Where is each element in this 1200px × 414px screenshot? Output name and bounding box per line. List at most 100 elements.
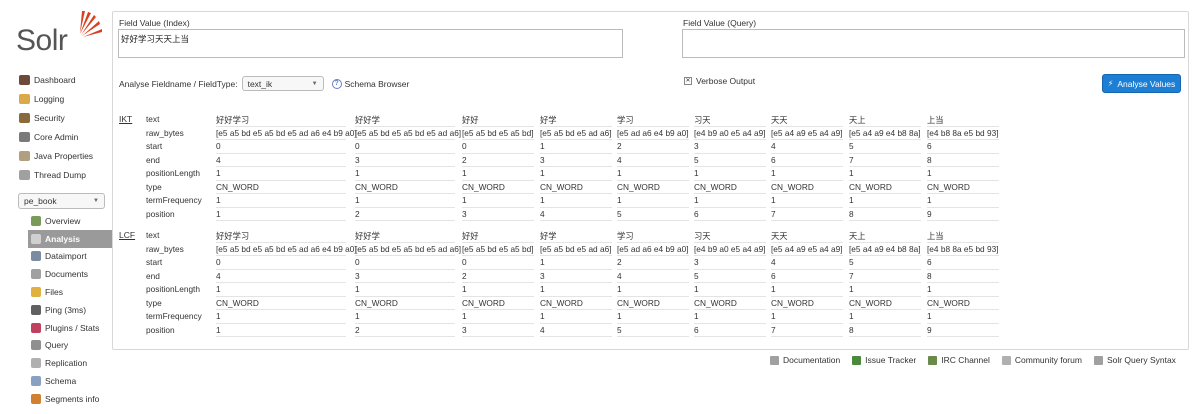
footer-link-documentation[interactable]: Documentation xyxy=(770,355,840,365)
analyse-values-button[interactable]: ⚡ Analyse Values xyxy=(1102,74,1181,93)
token-cell: 8 xyxy=(927,271,999,283)
core-nav-item-segments-info[interactable]: Segments info xyxy=(28,390,112,408)
token-cell: 学习 xyxy=(617,114,689,127)
core-selector[interactable]: pe_book ▼ xyxy=(18,193,105,209)
token-cell: 0 xyxy=(355,141,455,154)
core-nav-item-plugins-stats[interactable]: Plugins / Stats xyxy=(28,319,112,337)
nav-item-thread-dump[interactable]: Thread Dump xyxy=(19,165,111,184)
core-nav-item-schema[interactable]: Schema xyxy=(28,372,112,390)
footer-link-solr-query-syntax[interactable]: Solr Query Syntax xyxy=(1093,355,1176,365)
token-cell: 2 xyxy=(355,325,455,337)
field-index-input[interactable]: 好好学习天天上当 xyxy=(118,29,623,58)
core-nav-item-overview[interactable]: Overview xyxy=(28,212,112,230)
token-cell: 0 xyxy=(355,257,455,270)
token-cell: [e5 a5 bd e5 a5 bd e5 ad a6 e4 b9 a0] xyxy=(216,128,357,140)
fieldtype-select[interactable]: text_ik ▼ xyxy=(241,76,324,91)
token-cell: [e5 a4 a9 e5 a4 a9] xyxy=(771,128,843,140)
token-cell: 6 xyxy=(927,141,999,154)
token-row-positionlength: positionLength 1 1 1 1 1 1 1 1 1 xyxy=(119,284,1179,298)
core-nav-item-dataimport[interactable]: Dataimport xyxy=(28,248,112,266)
query-icon xyxy=(31,340,41,351)
token-cell: 1 xyxy=(617,284,689,297)
row-label: positionLength xyxy=(146,168,200,178)
nav-item-security[interactable]: Security xyxy=(19,108,111,127)
token-cell: 好学 xyxy=(540,114,612,127)
field-index-label: Field Value (Index) xyxy=(119,18,190,28)
token-cell: 9 xyxy=(927,325,999,337)
token-cell: 5 xyxy=(694,271,766,283)
token-cell: 1 xyxy=(355,311,455,324)
analysis-icon xyxy=(31,233,41,244)
core-nav-item-query[interactable]: Query xyxy=(28,337,112,355)
nav-item-java-properties[interactable]: Java Properties xyxy=(19,146,111,165)
token-cell: 1 xyxy=(771,168,843,181)
core-nav-item-files[interactable]: Files xyxy=(28,283,112,301)
token-cell: CN_WORD xyxy=(216,298,346,310)
token-cell: 5 xyxy=(849,257,921,270)
token-cell: 天上 xyxy=(849,230,921,243)
token-cell: 1 xyxy=(927,311,999,324)
token-cell: 1 xyxy=(771,195,843,208)
row-label: text xyxy=(146,114,160,124)
main-nav: Dashboard Logging Security Core Admin Java P… xyxy=(19,70,111,184)
token-row-raw_bytes: raw_bytes [e5 a5 bd e5 a5 bd e5 ad a6 e4 … xyxy=(119,244,1179,258)
footer-link-irc-channel[interactable]: IRC Channel xyxy=(928,355,990,365)
footer-link-label: Community forum xyxy=(1014,355,1082,365)
core-nav-item-label: Replication xyxy=(45,358,88,369)
footer-link-label: IRC Channel xyxy=(941,355,990,365)
core-admin-icon xyxy=(19,131,30,142)
token-row-text: text 好好学习 好好学 好好 好学 学习 习天 天天 天上 上当 xyxy=(119,230,1179,244)
help-icon: ? xyxy=(331,78,342,89)
token-cell: 4 xyxy=(617,271,689,283)
solr-logo[interactable]: Solr xyxy=(14,8,104,58)
token-row-termfrequency: termFrequency 1 1 1 1 1 1 1 1 1 xyxy=(119,311,1179,325)
token-cell: [e4 b9 a0 e5 a4 a9] xyxy=(694,128,766,140)
footer-link-label: Solr Query Syntax xyxy=(1106,355,1176,365)
schema-browser-link[interactable]: ? Schema Browser xyxy=(331,78,409,89)
token-cell: 1 xyxy=(540,257,612,270)
token-cell: 4 xyxy=(216,155,346,167)
token-cell: 6 xyxy=(771,271,843,283)
token-cell: 0 xyxy=(216,141,346,154)
nav-item-label: Logging xyxy=(34,93,65,104)
token-cell: 1 xyxy=(462,284,534,297)
token-cell: 2 xyxy=(462,155,534,167)
field-query-input[interactable] xyxy=(682,29,1185,58)
analyse-button-label: Analyse Values xyxy=(1117,78,1176,89)
core-nav-item-replication[interactable]: Replication xyxy=(28,354,112,372)
verbose-output-toggle[interactable]: ✕ Verbose Output xyxy=(684,76,755,86)
footer-link-community-forum[interactable]: Community forum xyxy=(1001,355,1082,365)
token-cell: CN_WORD xyxy=(462,298,534,310)
footer-link-issue-tracker[interactable]: Issue Tracker xyxy=(852,355,916,365)
token-row-termfrequency: termFrequency 1 1 1 1 1 1 1 1 1 xyxy=(119,195,1179,209)
core-nav-item-ping-3ms[interactable]: Ping (3ms) xyxy=(28,301,112,319)
nav-item-label: Dashboard xyxy=(34,74,76,85)
nav-item-logging[interactable]: Logging xyxy=(19,89,111,108)
token-cell: 1 xyxy=(849,195,921,208)
token-cell: [e4 b8 8a e5 bd 93] xyxy=(927,128,999,140)
row-label: end xyxy=(146,154,160,165)
token-cell: 好好 xyxy=(462,114,534,127)
token-cell: 1 xyxy=(216,209,346,221)
token-cell: CN_WORD xyxy=(216,182,346,194)
token-cell: CN_WORD xyxy=(849,298,921,310)
token-cell: CN_WORD xyxy=(927,298,999,310)
token-cell: [e5 a5 bd e5 a5 bd] xyxy=(462,128,534,140)
verbose-checkbox[interactable]: ✕ xyxy=(684,77,692,85)
core-nav-item-documents[interactable]: Documents xyxy=(28,265,112,283)
token-cell: 4 xyxy=(771,257,843,270)
footer-link-label: Documentation xyxy=(783,355,841,365)
core-nav-item-analysis[interactable]: Analysis xyxy=(28,229,112,248)
token-cell: 1 xyxy=(617,195,689,208)
token-cell: 7 xyxy=(771,209,843,221)
token-cell: 8 xyxy=(927,155,999,167)
token-cell: 1 xyxy=(849,284,921,297)
nav-item-core-admin[interactable]: Core Admin xyxy=(19,127,111,146)
token-cell: 4 xyxy=(540,325,612,337)
sun-logo-icon xyxy=(80,11,102,37)
token-cell: 1 xyxy=(694,168,766,181)
token-cell: 2 xyxy=(355,209,455,221)
row-label: raw_bytes xyxy=(146,243,184,254)
token-cell: CN_WORD xyxy=(462,182,534,194)
nav-item-dashboard[interactable]: Dashboard xyxy=(19,70,111,89)
